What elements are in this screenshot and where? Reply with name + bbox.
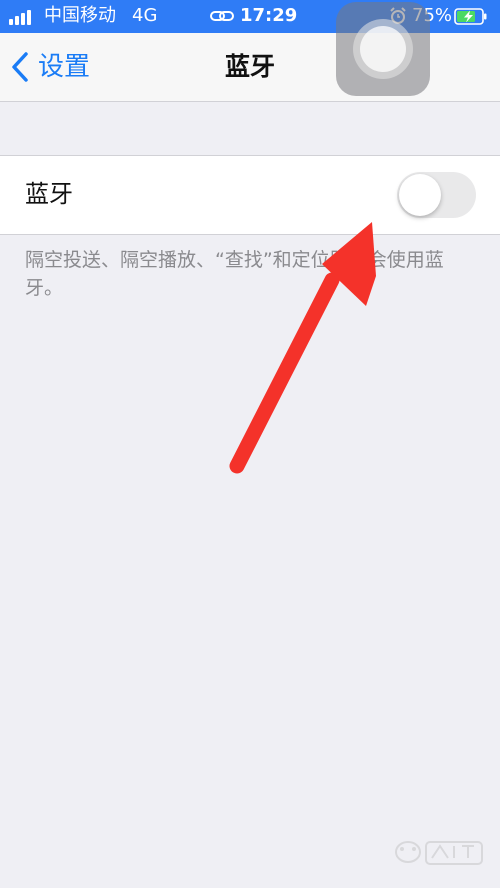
bluetooth-description: 隔空投送、隔空播放、“查找”和定位服务会使用蓝牙。 [25,249,444,299]
assistive-touch-button[interactable] [336,2,430,96]
signal-icon [9,9,39,25]
carrier-name: 中国移动 [44,5,116,26]
assistive-touch-inner-ring [360,26,406,72]
link-icon [210,11,234,21]
bluetooth-setting-row: 蓝牙 [0,155,500,235]
baidu-watermark-logo [395,841,483,865]
toggle-knob [399,174,441,216]
annotation-arrow [229,222,376,474]
battery-charging-icon [454,8,487,25]
status-time: 17:29 [240,5,298,26]
bluetooth-setting-label: 蓝牙 [25,180,73,208]
arrow-shaft [229,272,340,474]
bluetooth-toggle[interactable] [397,172,476,218]
network-type: 4G [132,5,158,26]
